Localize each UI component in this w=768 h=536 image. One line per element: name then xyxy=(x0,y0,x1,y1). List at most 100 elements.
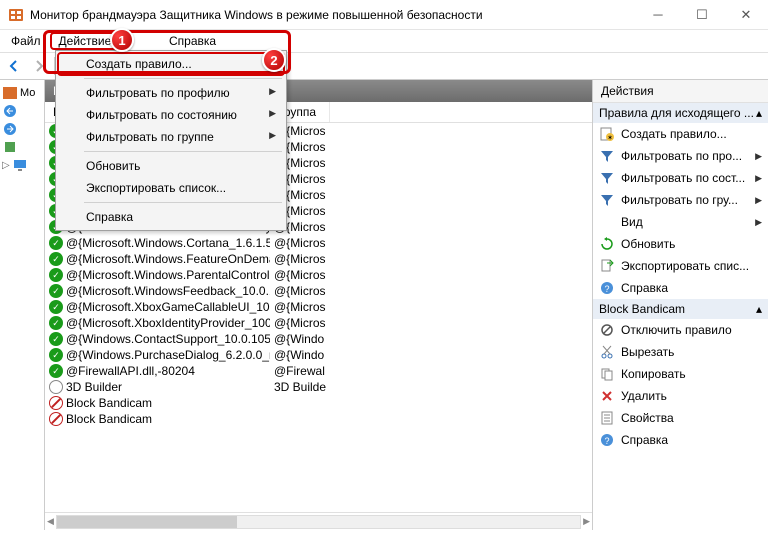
scroll-right-icon[interactable]: ▶ xyxy=(583,516,590,527)
actions-group-selected[interactable]: Block Bandicam ▴ xyxy=(593,299,768,319)
rule-row[interactable]: 3D Builder 3D Builde xyxy=(45,379,592,395)
action-export[interactable]: Экспортировать спис... xyxy=(593,255,768,277)
rule-name: @{Microsoft.Windows.ParentalControls_... xyxy=(66,268,270,282)
minimize-button[interactable]: ─ xyxy=(636,0,680,29)
rule-name: 3D Builder xyxy=(66,380,122,394)
menu-file[interactable]: Файл xyxy=(2,32,50,50)
ctx-filter-group-label: Фильтровать по группе xyxy=(86,130,214,144)
action-disable[interactable]: Отключить правило xyxy=(593,319,768,341)
tree-security[interactable] xyxy=(2,138,42,156)
ctx-separator xyxy=(84,78,282,79)
action-view-label: Вид xyxy=(621,215,643,229)
rule-row[interactable]: ✓@{Windows.ContactSupport_10.0.10586....… xyxy=(45,331,592,347)
tree-root[interactable]: Мо xyxy=(2,84,42,102)
rule-row[interactable]: ✓@{Microsoft.Windows.ParentalControls_..… xyxy=(45,267,592,283)
rule-row[interactable]: ✓@{Microsoft.Windows.FeatureOnDeman...@{… xyxy=(45,251,592,267)
filter-icon xyxy=(599,148,615,164)
ctx-help[interactable]: Справка xyxy=(58,206,284,228)
action-cut[interactable]: Вырезать xyxy=(593,341,768,363)
action-refresh[interactable]: Обновить xyxy=(593,233,768,255)
new-rule-icon: ✶ xyxy=(599,126,615,142)
collapse-icon: ▴ xyxy=(756,302,762,316)
actions-group-outbound-label: Правила для исходящего ... xyxy=(599,106,754,120)
rule-group: @Firewal xyxy=(270,364,330,378)
submenu-arrow-icon: ▶ xyxy=(755,195,762,206)
rule-row[interactable]: ✓@{Microsoft.XboxIdentityProvider_1000..… xyxy=(45,315,592,331)
tree-outbound[interactable] xyxy=(2,120,42,138)
scroll-thumb[interactable] xyxy=(57,516,237,528)
rule-status-icon xyxy=(49,396,63,410)
scroll-left-icon[interactable]: ◀ xyxy=(47,516,54,527)
action-filter-profile[interactable]: Фильтровать по про...▶ xyxy=(593,145,768,167)
close-button[interactable]: ✕ xyxy=(724,0,768,29)
nav-forward-icon[interactable] xyxy=(30,57,48,75)
delete-icon xyxy=(599,388,615,404)
action-copy[interactable]: Копировать xyxy=(593,363,768,385)
rule-name: @{Microsoft.XboxGameCallableUI_1000.... xyxy=(66,300,270,314)
action-filter-group[interactable]: Фильтровать по гру...▶ xyxy=(593,189,768,211)
action-refresh-label: Обновить xyxy=(621,237,675,251)
rule-row[interactable]: ✓@{Microsoft.Windows.Cortana_1.6.1.52_..… xyxy=(45,235,592,251)
scroll-track[interactable] xyxy=(56,515,581,529)
refresh-icon xyxy=(599,236,615,252)
rule-group: @{Micros xyxy=(270,236,330,250)
properties-icon xyxy=(599,410,615,426)
tree-monitor[interactable]: ▷ xyxy=(2,156,42,174)
action-disable-label: Отключить правило xyxy=(621,323,732,337)
actions-group-outbound[interactable]: Правила для исходящего ...▴ xyxy=(593,103,768,123)
rule-status-icon: ✓ xyxy=(49,364,63,378)
nav-back-icon[interactable] xyxy=(6,57,24,75)
action-properties-label: Свойства xyxy=(621,411,674,425)
ctx-separator xyxy=(84,151,282,152)
horizontal-scrollbar[interactable]: ◀ ▶ xyxy=(45,512,592,530)
action-new-rule[interactable]: ✶ Создать правило... xyxy=(593,123,768,145)
actions-header: Действия xyxy=(593,80,768,103)
rule-group: 3D Builde xyxy=(270,380,330,394)
actions-pane: Действия Правила для исходящего ...▴ ✶Со… xyxy=(593,80,768,530)
ctx-filter-state[interactable]: Фильтровать по состоянию▶ xyxy=(58,104,284,126)
action-properties[interactable]: Свойства xyxy=(593,407,768,429)
tree-pane[interactable]: Мо ▷ xyxy=(0,80,45,530)
svg-text:✶: ✶ xyxy=(607,134,613,142)
action-new-rule-label: Создать правило... xyxy=(621,127,727,141)
rule-row[interactable]: ✓@{Microsoft.WindowsFeedback_10.0.105...… xyxy=(45,283,592,299)
submenu-arrow-icon: ▶ xyxy=(755,217,762,228)
action-help-2[interactable]: ?Справка xyxy=(593,429,768,451)
ctx-filter-profile[interactable]: Фильтровать по профилю▶ xyxy=(58,82,284,104)
action-filter-state-label: Фильтровать по сост... xyxy=(621,171,745,185)
tree-inbound[interactable] xyxy=(2,102,42,120)
ctx-filter-state-label: Фильтровать по состоянию xyxy=(86,108,237,122)
copy-icon xyxy=(599,366,615,382)
actions-group-selected-label: Block Bandicam xyxy=(599,302,685,316)
rule-name: @{Microsoft.Windows.Cortana_1.6.1.52_... xyxy=(66,236,270,250)
ctx-new-rule[interactable]: Создать правило... xyxy=(58,53,284,75)
maximize-button[interactable]: ☐ xyxy=(680,0,724,29)
tutorial-bubble-2: 2 xyxy=(262,48,286,72)
rule-row[interactable]: ✓@{Windows.PurchaseDialog_6.2.0.0_neut..… xyxy=(45,347,592,363)
ctx-refresh[interactable]: Обновить xyxy=(58,155,284,177)
action-export-label: Экспортировать спис... xyxy=(621,259,749,273)
submenu-arrow-icon: ▶ xyxy=(269,86,276,100)
rule-status-icon: ✓ xyxy=(49,348,63,362)
rule-row[interactable]: Block Bandicam xyxy=(45,395,592,411)
rule-name: Block Bandicam xyxy=(66,412,152,426)
rule-row[interactable]: ✓@FirewallAPI.dll,-80204@Firewal xyxy=(45,363,592,379)
rule-row[interactable]: Block Bandicam xyxy=(45,411,592,427)
menu-help[interactable]: Справка xyxy=(160,32,225,50)
action-delete[interactable]: Удалить xyxy=(593,385,768,407)
action-help-2-label: Справка xyxy=(621,433,668,447)
submenu-arrow-icon: ▶ xyxy=(755,173,762,184)
rule-status-icon: ✓ xyxy=(49,284,63,298)
rule-group: @{Windo xyxy=(270,332,330,346)
rule-status-icon: ✓ xyxy=(49,236,63,250)
ctx-separator xyxy=(84,202,282,203)
security-icon xyxy=(2,139,18,155)
ctx-export[interactable]: Экспортировать список... xyxy=(58,177,284,199)
action-help[interactable]: ?Справка xyxy=(593,277,768,299)
action-view[interactable]: Вид ▶ xyxy=(593,211,768,233)
rule-name: @{Windows.ContactSupport_10.0.10586.... xyxy=(66,332,270,346)
action-filter-state[interactable]: Фильтровать по сост... ▶ xyxy=(593,167,768,189)
tree-root-label: Мо xyxy=(20,87,35,99)
rule-row[interactable]: ✓@{Microsoft.XboxGameCallableUI_1000....… xyxy=(45,299,592,315)
ctx-filter-group[interactable]: Фильтровать по группе▶ xyxy=(58,126,284,148)
